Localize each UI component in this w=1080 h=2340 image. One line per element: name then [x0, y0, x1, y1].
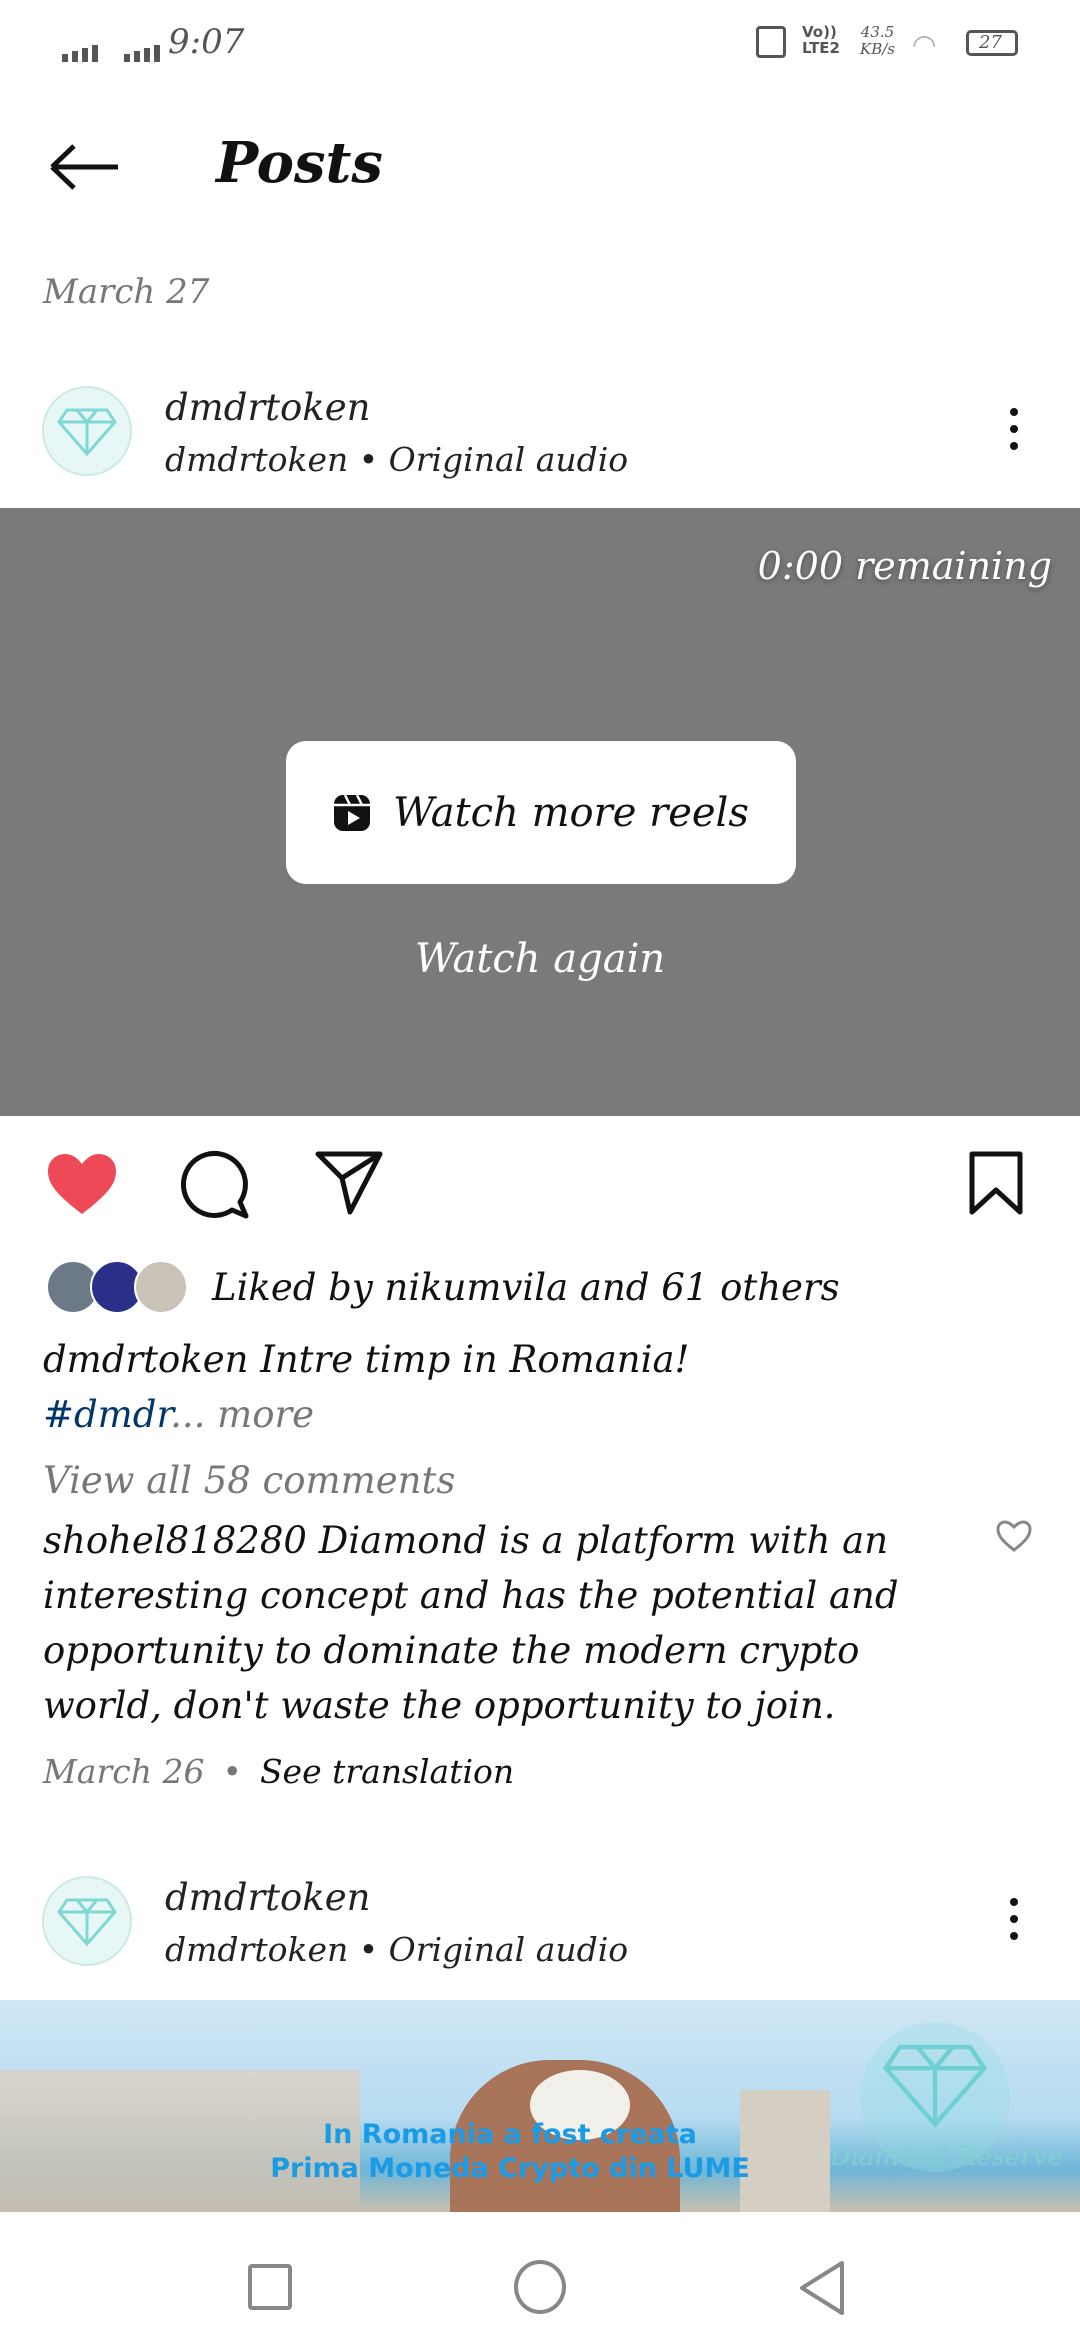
comment-username[interactable]: shohel818280: [43, 1519, 307, 1562]
avatar[interactable]: [42, 1876, 132, 1966]
home-circle-icon[interactable]: [514, 2260, 566, 2314]
liked-by[interactable]: Liked by nikumvila and 61 others: [212, 1260, 840, 1315]
lte-icon: Vo)) LTE2: [802, 23, 840, 57]
wifi-icon: ◠: [912, 28, 937, 61]
diamond-icon: [57, 1898, 117, 1946]
avatar: [134, 1260, 188, 1314]
comment-icon[interactable]: [180, 1150, 250, 1220]
back-arrow-icon: [50, 144, 118, 190]
liker-avatars[interactable]: [46, 1260, 188, 1314]
net-speed: 43.5 KB/s: [860, 23, 895, 58]
watermark-text: Diamond Reserve: [830, 2142, 1063, 2172]
reel-video[interactable]: 0:00 remaining Watch more reels Watch ag…: [0, 508, 1080, 1116]
view-comments-link[interactable]: View all 58 comments: [43, 1453, 455, 1508]
more-link[interactable]: ... more: [170, 1393, 314, 1436]
post-username[interactable]: dmdrtoken: [165, 1876, 370, 1919]
recents-square-icon[interactable]: [248, 2264, 292, 2310]
caption-username[interactable]: dmdrtoken: [43, 1338, 248, 1381]
signal-icon-2: [124, 32, 160, 70]
back-triangle-icon[interactable]: [798, 2260, 846, 2316]
comment-like-heart-icon[interactable]: [996, 1520, 1032, 1552]
share-icon[interactable]: [314, 1150, 384, 1216]
hashtag-link[interactable]: #dmdr: [43, 1393, 170, 1436]
like-heart-icon[interactable]: [46, 1152, 118, 1216]
post-username[interactable]: dmdrtoken: [165, 386, 370, 429]
watch-again-button[interactable]: Watch again: [0, 936, 1080, 982]
comment-meta: March 26 • See translation: [43, 1752, 515, 1791]
diamond-icon: [57, 408, 117, 456]
caption-continued: #dmdr... more: [43, 1387, 314, 1442]
post-image[interactable]: In Romania a fost creata Prima Moneda Cry…: [0, 2000, 1080, 2212]
see-translation-link[interactable]: See translation: [260, 1752, 514, 1791]
signal-icon-1: [62, 32, 98, 70]
reels-icon: [334, 793, 371, 831]
comment-date: March 26: [43, 1752, 205, 1791]
comment: shohel818280 Diamond is a platform with …: [43, 1519, 899, 1727]
vibrate-icon: [756, 26, 786, 58]
more-options-icon[interactable]: [1008, 1898, 1020, 1940]
navigation-bar: [0, 2212, 1080, 2340]
more-options-icon[interactable]: [1008, 408, 1020, 450]
diamond-icon: [882, 2044, 988, 2128]
caption: dmdrtoken Intre timp in Romania!: [43, 1338, 690, 1381]
clock: 9:07: [168, 22, 245, 62]
back-button[interactable]: [48, 142, 122, 192]
remaining-time: 0:00 remaining: [757, 544, 1052, 588]
status-bar: 9:07 Vo)) LTE2 43.5 KB/s ◠ 27: [0, 0, 1080, 80]
battery-icon: 27: [966, 30, 1018, 56]
avatar[interactable]: [42, 386, 132, 476]
post-audio[interactable]: dmdrtoken • Original audio: [165, 1930, 628, 1969]
page-title: Posts: [216, 130, 383, 196]
watch-more-reels-button[interactable]: Watch more reels: [286, 741, 796, 884]
post-audio[interactable]: dmdrtoken • Original audio: [165, 440, 628, 479]
save-bookmark-icon[interactable]: [968, 1150, 1024, 1216]
date-label: March 27: [43, 272, 210, 312]
